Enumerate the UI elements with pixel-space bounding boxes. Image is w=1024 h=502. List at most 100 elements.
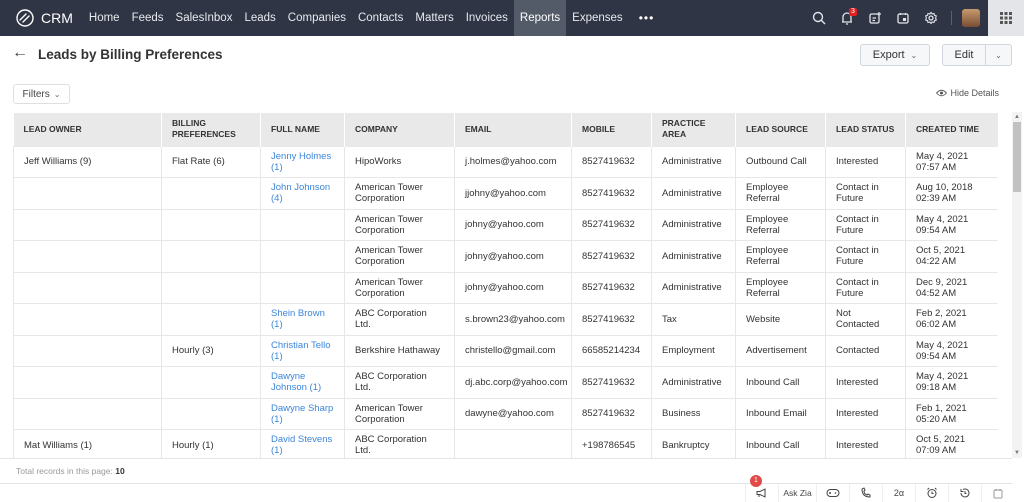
column-header-mobile[interactable]: MOBILE — [571, 113, 652, 146]
cell-lead-owner — [13, 334, 162, 367]
user-avatar[interactable] — [962, 9, 980, 27]
cell-lead-status: Interested — [825, 145, 906, 178]
cell-full-name[interactable]: David Stevens (1) — [260, 429, 345, 458]
scroll-up-arrow-icon[interactable]: ▲ — [1012, 112, 1022, 122]
export-label: Export — [872, 49, 905, 61]
cell-full-name[interactable]: Dawyne Sharp (1) — [260, 397, 345, 430]
column-header-created-time[interactable]: CREATED TIME — [905, 113, 998, 146]
cell-lead-source: Inbound Email — [735, 397, 826, 430]
cell-email: johny@yahoo.com — [454, 271, 572, 304]
table-row: American Tower Corporation johny@yahoo.co… — [13, 240, 998, 273]
cell-created-time: Oct 5, 2021 04:22 AM — [905, 240, 998, 273]
export-button[interactable]: Export ⌄ — [860, 44, 930, 66]
crm-logo[interactable]: CRM — [0, 9, 73, 27]
column-header-full-name[interactable]: FULL NAME — [260, 113, 345, 146]
scroll-down-arrow-icon[interactable]: ▼ — [1012, 448, 1022, 458]
apps-grid-icon[interactable] — [988, 0, 1024, 36]
translate-icon[interactable]: 2α — [882, 484, 915, 502]
nav-item-companies[interactable]: Companies — [282, 0, 352, 36]
filters-button[interactable]: Filters ⌄ — [13, 84, 70, 104]
edit-options-dropdown[interactable]: ⌄ — [985, 44, 1012, 66]
cell-lead-status: Contact in Future — [825, 208, 906, 241]
cell-company: American Tower Corporation — [344, 397, 455, 430]
history-icon[interactable] — [948, 484, 981, 502]
vertical-scrollbar[interactable]: ▲ ▼ — [1012, 112, 1022, 458]
cell-lead-status: Interested — [825, 429, 906, 458]
hide-details-label: Hide Details — [950, 88, 999, 98]
cell-full-name — [260, 240, 345, 273]
nav-item-expenses[interactable]: Expenses — [566, 0, 629, 36]
table-row: Jeff Williams (9) Flat Rate (6) Jenny Holm… — [13, 145, 998, 178]
cell-lead-owner — [13, 208, 162, 241]
cell-full-name[interactable]: Dawyne Johnson (1) — [260, 366, 345, 399]
announcement-count-badge: 1 — [750, 475, 762, 487]
cell-practice-area: Employment — [651, 334, 736, 367]
cell-company: ABC Corporation Ltd. — [344, 303, 455, 336]
cell-created-time: May 4, 2021 09:54 AM — [905, 334, 998, 367]
gamepad-icon[interactable] — [816, 484, 849, 502]
cell-billing-preferences: Hourly (3) — [161, 334, 261, 367]
cell-billing-preferences — [161, 366, 261, 399]
settings-gear-icon[interactable] — [919, 6, 943, 30]
cell-practice-area: Bankruptcy — [651, 429, 736, 458]
nav-item-invoices[interactable]: Invoices — [460, 0, 514, 36]
cell-company: HipoWorks — [344, 145, 455, 178]
cell-full-name[interactable]: John Johnson (4) — [260, 177, 345, 210]
cell-lead-owner — [13, 271, 162, 304]
cell-full-name[interactable]: Christian Tello (1) — [260, 334, 345, 367]
cell-mobile: +198786545 — [571, 429, 652, 458]
cell-billing-preferences: Flat Rate (6) — [161, 145, 261, 178]
cell-lead-status: Contact in Future — [825, 240, 906, 273]
column-header-practice-area[interactable]: PRACTICE AREA — [651, 113, 736, 146]
cell-lead-source: Inbound Call — [735, 429, 826, 458]
cell-lead-owner: Jeff Williams (9) — [13, 145, 162, 178]
cell-full-name[interactable]: Shein Brown (1) — [260, 303, 345, 336]
add-note-icon[interactable] — [863, 6, 887, 30]
scroll-thumb[interactable] — [1013, 122, 1021, 192]
calendar-icon[interactable] — [891, 6, 915, 30]
nav-item-feeds[interactable]: Feeds — [126, 0, 170, 36]
cell-practice-area: Administrative — [651, 240, 736, 273]
nav-item-matters[interactable]: Matters — [409, 0, 459, 36]
table-row: Dawyne Johnson (1) ABC Corporation Ltd. dj… — [13, 366, 998, 399]
column-header-lead-status[interactable]: LEAD STATUS — [825, 113, 906, 146]
nav-item-contacts[interactable]: Contacts — [352, 0, 409, 36]
table-header-row: LEAD OWNER BILLING PREFERENCES FULL NAME CO… — [13, 113, 998, 146]
cell-lead-status: Contact in Future — [825, 271, 906, 304]
cell-lead-owner — [13, 397, 162, 430]
cell-lead-status: Interested — [825, 397, 906, 430]
announcements-megaphone-icon[interactable]: 1 — [745, 475, 778, 502]
nav-item-home[interactable]: Home — [83, 0, 126, 36]
cell-email: s.brown23@yahoo.com — [454, 303, 572, 336]
nav-item-leads[interactable]: Leads — [238, 0, 281, 36]
search-icon[interactable] — [807, 6, 831, 30]
back-arrow-icon[interactable]: ← — [12, 44, 28, 62]
cell-lead-source: Employee Referral — [735, 177, 826, 210]
chevron-down-icon: ⌄ — [910, 50, 918, 60]
column-header-lead-source[interactable]: LEAD SOURCE — [735, 113, 826, 146]
cell-email: dj.abc.corp@yahoo.com — [454, 366, 572, 399]
column-header-lead-owner[interactable]: LEAD OWNER — [13, 113, 162, 146]
cell-email: dawyne@yahoo.com — [454, 397, 572, 430]
hide-details-toggle[interactable]: Hide Details — [936, 88, 999, 98]
filters-label: Filters — [22, 88, 50, 100]
cell-mobile: 8527419632 — [571, 271, 652, 304]
ask-zia-button[interactable]: Ask Zia — [778, 484, 816, 502]
table-row: Mat Williams (1) Hourly (1) David Stevens … — [13, 429, 998, 458]
cell-full-name[interactable]: Jenny Holmes (1) — [260, 145, 345, 178]
column-header-company[interactable]: COMPANY — [344, 113, 455, 146]
edit-button[interactable]: Edit — [942, 44, 986, 66]
notes-icon[interactable] — [981, 484, 1014, 502]
nav-item-salesinbox[interactable]: SalesInbox — [170, 0, 239, 36]
column-header-email[interactable]: EMAIL — [454, 113, 572, 146]
nav-item-reports[interactable]: Reports — [513, 0, 567, 36]
notifications-bell-icon[interactable]: 3 — [835, 6, 859, 30]
cell-practice-area: Administrative — [651, 177, 736, 210]
cell-mobile: 66585214234 — [571, 334, 652, 367]
alarm-clock-icon[interactable] — [915, 484, 948, 502]
eye-icon — [936, 89, 948, 97]
more-modules-button[interactable]: ••• — [629, 0, 665, 36]
column-header-billing-preferences[interactable]: BILLING PREFERENCES — [161, 113, 261, 146]
edit-label: Edit — [954, 49, 974, 61]
call-icon[interactable] — [849, 484, 882, 502]
